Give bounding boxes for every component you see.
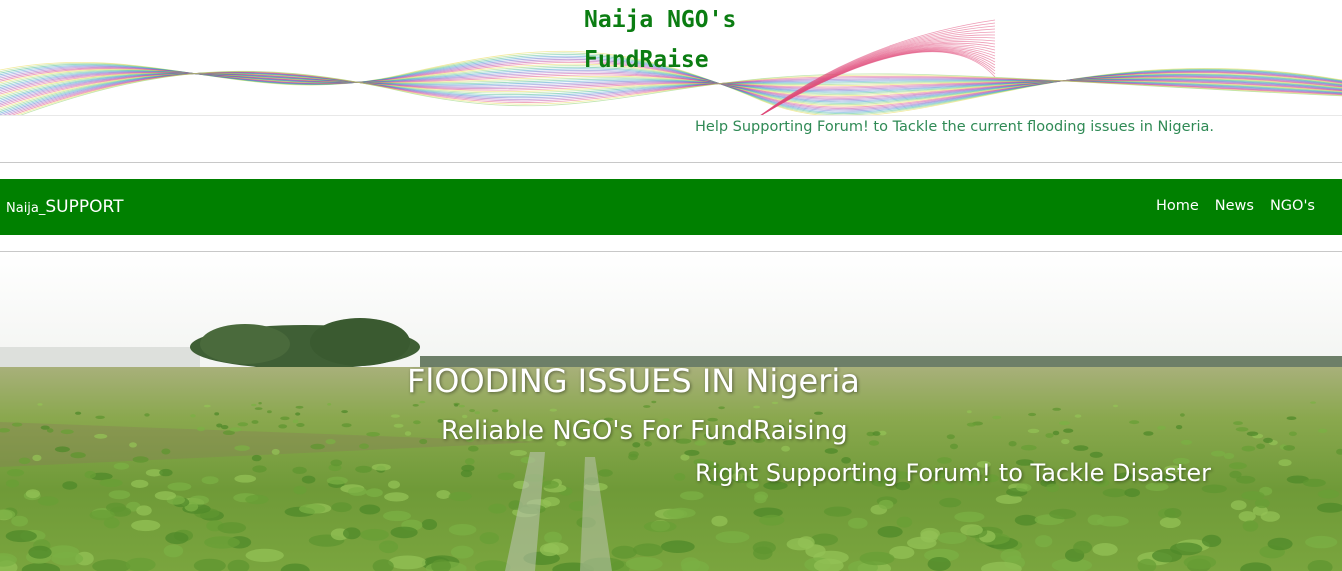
header-banner: Naija NGO's FundRaise — [0, 0, 1342, 116]
navbar: Naija_SUPPORT Home News NGO's — [0, 179, 1342, 235]
header-tagline: Help Supporting Forum! to Tackle the cur… — [695, 119, 1215, 135]
brand-name: SUPPORT — [45, 197, 124, 217]
nav-link-ngos[interactable]: NGO's — [1270, 198, 1315, 214]
hero-subheading: Reliable NGO's For FundRaising — [441, 416, 848, 446]
nav-link-news[interactable]: News — [1215, 198, 1254, 214]
hero-section: FlOODING ISSUES IN Nigeria Reliable NGO'… — [0, 252, 1342, 571]
nav-link-home[interactable]: Home — [1156, 198, 1199, 214]
site-title-line1: Naija NGO's — [584, 7, 737, 33]
nav-links: Home News NGO's — [1156, 198, 1315, 214]
brand-prefix: Naija_ — [6, 201, 46, 216]
brand-link[interactable]: Naija_SUPPORT — [6, 197, 123, 217]
divider-top — [0, 162, 1342, 163]
hero-tagline: Right Supporting Forum! to Tackle Disast… — [695, 459, 1211, 487]
hero-background-image — [0, 252, 1342, 571]
site-title: Naija NGO's FundRaise — [584, 0, 736, 80]
site-title-line2: FundRaise — [584, 47, 709, 73]
hero-heading: FlOODING ISSUES IN Nigeria — [407, 362, 860, 400]
